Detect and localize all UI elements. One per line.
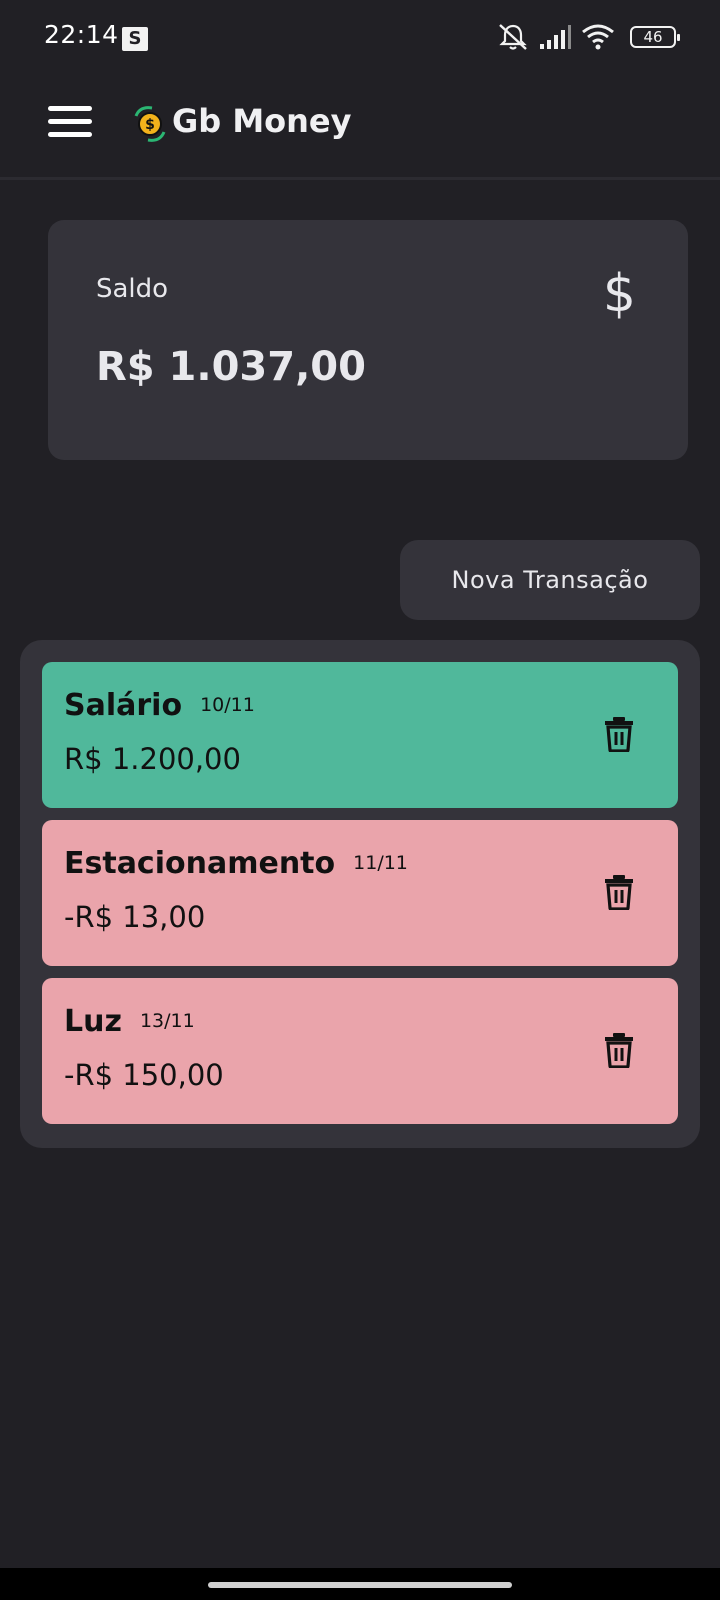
balance-label: Saldo (96, 274, 169, 304)
system-nav-bar (0, 1568, 720, 1600)
wifi-icon (582, 24, 614, 50)
svg-text:$: $ (145, 117, 155, 133)
app-title: Gb Money (172, 102, 352, 140)
transaction-name: Luz 13/11 (64, 1004, 195, 1039)
notification-badge: S (122, 27, 148, 51)
transaction-item[interactable]: Luz 13/11 -R$ 150,00 (42, 978, 678, 1124)
balance-value: R$ 1.037,00 (96, 344, 366, 390)
status-time: 22:14 (44, 20, 119, 49)
trash-icon[interactable] (604, 1032, 634, 1068)
balance-card: Saldo R$ 1.037,00 $ (48, 220, 688, 460)
transaction-amount: -R$ 150,00 (64, 1058, 224, 1092)
trash-icon[interactable] (604, 716, 634, 752)
transaction-item[interactable]: Estacionamento 11/11 -R$ 13,00 (42, 820, 678, 966)
hamburger-menu-icon[interactable] (48, 106, 92, 142)
transaction-date: 10/11 (200, 694, 255, 716)
dollar-sign-icon: $ (602, 264, 636, 324)
transaction-name: Estacionamento 11/11 (64, 846, 408, 881)
transaction-date: 13/11 (139, 1010, 195, 1032)
home-gesture-handle[interactable] (208, 1582, 512, 1588)
app-header: $ Gb Money (0, 72, 720, 180)
status-icons: 46 (496, 22, 680, 52)
transaction-item[interactable]: Salário 10/11 R$ 1.200,00 (42, 662, 678, 808)
transaction-amount: R$ 1.200,00 (64, 742, 241, 776)
signal-icon (540, 25, 571, 49)
transaction-amount: -R$ 13,00 (64, 900, 206, 934)
transaction-date: 11/11 (353, 852, 408, 874)
new-transaction-button[interactable]: Nova Transação (400, 540, 700, 620)
coin-exchange-logo-icon: $ (134, 106, 166, 142)
battery-icon: 46 (630, 26, 680, 48)
trash-icon[interactable] (604, 874, 634, 910)
transaction-name: Salário 10/11 (64, 688, 255, 723)
transaction-list: Salário 10/11 R$ 1.200,00 Estacionamento 1… (20, 640, 700, 1148)
muted-bell-icon (499, 24, 527, 50)
status-bar: 22:14 S 46 (0, 0, 720, 72)
